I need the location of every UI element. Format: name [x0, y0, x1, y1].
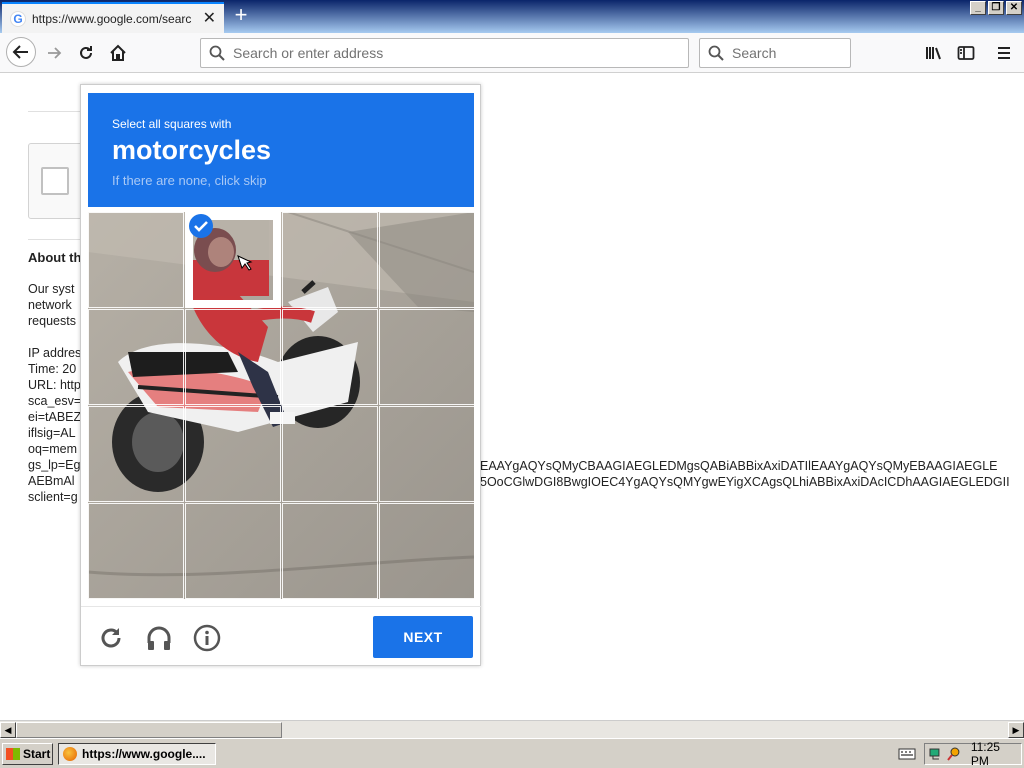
start-button[interactable]: Start: [2, 743, 53, 765]
windows-taskbar: Start https://www.google.... 11:25 PM: [0, 738, 1024, 768]
start-label: Start: [23, 747, 51, 761]
page-text-line: sca_esv=: [28, 394, 82, 408]
keyboard-icon[interactable]: [898, 747, 916, 761]
windows-logo-icon: [6, 748, 20, 760]
minimize-button[interactable]: _: [970, 1, 986, 15]
page-text-line: requests: [28, 314, 76, 328]
forward-button[interactable]: [40, 39, 68, 67]
about-heading: About th: [28, 250, 82, 265]
captcha-header: Select all squares with motorcycles If t…: [88, 93, 474, 207]
captcha-tile[interactable]: [282, 406, 378, 502]
firefox-icon: [63, 747, 77, 761]
scroll-right-arrow-icon[interactable]: ▶: [1008, 722, 1024, 738]
captcha-tile[interactable]: [88, 309, 184, 405]
captcha-tile[interactable]: [379, 212, 474, 308]
captcha-tile[interactable]: [282, 309, 378, 405]
page-text-line: IP addres: [28, 346, 82, 360]
captcha-tile[interactable]: [282, 503, 378, 599]
recaptcha-checkbox[interactable]: [41, 167, 69, 195]
captcha-footer: NEXT: [81, 606, 482, 666]
search-icon: [708, 45, 724, 61]
page-text-line: Time: 20: [28, 362, 77, 376]
page-text-line: sclient=g: [28, 490, 78, 504]
close-window-button[interactable]: ✕: [1006, 1, 1022, 15]
info-icon[interactable]: [193, 624, 221, 652]
browser-tab[interactable]: G https://www.google.com/search?q ✕: [2, 2, 224, 33]
query-param-text: 5OoCGlwDGI8BwgIOEC4YgAQYsQMYgwEYigXCAgsQ…: [480, 475, 1010, 489]
captcha-tile[interactable]: [88, 406, 184, 502]
sidebar-icon: [957, 46, 975, 60]
system-tray: 11:25 PM: [924, 740, 1022, 768]
page-text-line: ei=tABEZ: [28, 410, 82, 424]
new-tab-button[interactable]: +: [230, 3, 252, 29]
navigation-toolbar: Search or enter address Search: [0, 33, 1024, 73]
captcha-target: motorcycles: [112, 135, 272, 165]
horizontal-scrollbar[interactable]: ◀ ▶: [0, 720, 1024, 738]
scroll-left-arrow-icon[interactable]: ◀: [0, 722, 16, 738]
taskbar-firefox-window[interactable]: https://www.google....: [58, 743, 216, 765]
headphones-icon[interactable]: [145, 624, 173, 652]
address-bar[interactable]: Search or enter address: [200, 38, 689, 68]
captcha-tile[interactable]: [379, 503, 474, 599]
captcha-tile[interactable]: [379, 406, 474, 502]
back-arrow-icon: [12, 45, 28, 59]
tab-title: https://www.google.com/search?q: [32, 11, 192, 26]
tile-selected-check-icon: [189, 214, 213, 238]
captcha-tile[interactable]: [185, 503, 281, 599]
captcha-tile[interactable]: [282, 212, 378, 308]
divider: [28, 111, 88, 112]
system-clock: 11:25 PM: [970, 740, 1000, 768]
captcha-instruction: Select all squares with: [112, 117, 232, 131]
tab-strip: G https://www.google.com/search?q ✕ + _ …: [0, 0, 1024, 33]
captcha-challenge-dialog: Select all squares with motorcycles If t…: [80, 84, 482, 666]
taskbar-window-label: https://www.google....: [82, 747, 206, 761]
restore-button[interactable]: ❐: [988, 1, 1004, 15]
next-button[interactable]: NEXT: [373, 616, 473, 658]
scrollbar-thumb[interactable]: [16, 722, 282, 738]
library-icon: [926, 47, 941, 60]
captcha-image-grid: [88, 212, 474, 599]
query-param-text: EAAYgAQYsQMyCBAAGIAEGLEDMgsQABiABBixAxiD…: [480, 459, 998, 473]
captcha-hint: If there are none, click skip: [112, 173, 267, 188]
page-text-line: iflsig=AL: [28, 426, 76, 440]
tab-close-icon[interactable]: ✕: [203, 8, 216, 28]
page-text-line: AEBmAl: [28, 474, 75, 488]
page-text-line: URL: http: [28, 378, 81, 392]
divider: [28, 239, 88, 240]
home-icon: [110, 44, 126, 61]
reload-icon[interactable]: [97, 624, 125, 652]
hamburger-menu-icon: [998, 47, 1010, 59]
page-text-line: network: [28, 298, 72, 312]
captcha-tile[interactable]: [185, 309, 281, 405]
forward-arrow-icon: [48, 47, 62, 59]
network-icon[interactable]: [929, 747, 943, 761]
captcha-tile[interactable]: [88, 503, 184, 599]
library-button[interactable]: [920, 39, 948, 67]
captcha-tile[interactable]: [379, 309, 474, 405]
google-favicon-icon: G: [10, 10, 26, 27]
page-text-line: oq=mem: [28, 442, 77, 456]
search-icon: [209, 45, 225, 61]
captcha-tile[interactable]: [88, 212, 184, 308]
captcha-tile[interactable]: [185, 406, 281, 502]
page-text-line: Our syst: [28, 282, 75, 296]
search-bar-placeholder: Search: [732, 45, 777, 61]
magnifier-icon[interactable]: [947, 747, 961, 761]
sidebar-button[interactable]: [952, 39, 980, 67]
back-button[interactable]: [6, 37, 36, 67]
recaptcha-widget: [28, 143, 88, 219]
reload-button[interactable]: [72, 39, 100, 67]
home-button[interactable]: [104, 39, 132, 67]
menu-button[interactable]: [990, 39, 1018, 67]
search-bar[interactable]: Search: [699, 38, 851, 68]
address-bar-placeholder: Search or enter address: [233, 45, 384, 61]
page-text-line: gs_lp=Eg: [28, 458, 81, 472]
reload-icon: [80, 46, 92, 59]
window-controls: _ ❐ ✕: [970, 1, 1022, 15]
